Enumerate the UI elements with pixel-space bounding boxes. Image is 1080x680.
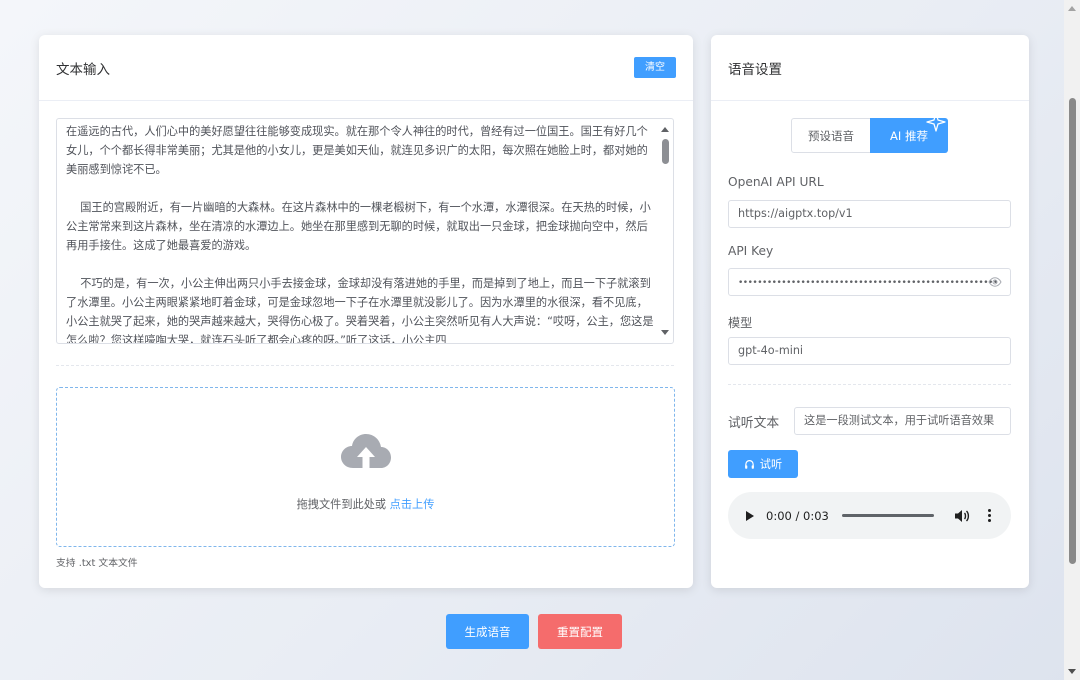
settings-divider bbox=[728, 384, 1011, 385]
text-scroll-up-arrow[interactable] bbox=[661, 127, 669, 132]
more-options-icon[interactable] bbox=[987, 509, 991, 522]
test-text-input[interactable]: 这是一段测试文本，用于试听语音效果 bbox=[794, 407, 1011, 435]
text-area[interactable]: 在遥远的古代，人们心中的美好愿望往往能够变成现实。就在那个令人神往的时代，曾经有… bbox=[56, 118, 674, 344]
eye-icon[interactable] bbox=[988, 277, 1002, 287]
cloud-upload-icon bbox=[341, 434, 391, 468]
api-key-label: API Key bbox=[728, 244, 774, 258]
page-scroll-down-arrow[interactable] bbox=[1068, 669, 1076, 674]
upload-hint-text: 拖拽文件到此处或 bbox=[296, 498, 390, 511]
voice-card-header: 语音设置 bbox=[711, 35, 1029, 101]
text-scrollbar-thumb[interactable] bbox=[662, 139, 669, 164]
model-input[interactable]: gpt-4o-mini bbox=[728, 337, 1011, 365]
model-label: 模型 bbox=[728, 316, 753, 330]
sparkle-icon bbox=[926, 112, 946, 132]
voice-mode-tabs: 预设语音 AI 推荐 bbox=[791, 112, 948, 153]
audio-player: 0:00 / 0:03 bbox=[728, 492, 1011, 539]
upload-hint: 拖拽文件到此处或 点击上传 bbox=[57, 496, 674, 512]
play-icon[interactable] bbox=[746, 510, 754, 521]
headphones-icon bbox=[744, 459, 754, 469]
generate-voice-button[interactable]: 生成语音 bbox=[446, 614, 529, 649]
api-key-input[interactable]: ••••••••••••••••••••••••••••••••••••••••… bbox=[728, 268, 1011, 296]
upload-dropzone[interactable]: 拖拽文件到此处或 点击上传 bbox=[56, 387, 675, 547]
page-scroll-up-arrow[interactable] bbox=[1068, 6, 1076, 11]
tab-preset-voice[interactable]: 预设语音 bbox=[792, 119, 870, 152]
audio-time: 0:00 / 0:03 bbox=[766, 508, 829, 523]
upload-click-link[interactable]: 点击上传 bbox=[390, 498, 435, 511]
listen-button[interactable]: 试听 bbox=[728, 450, 798, 478]
text-area-content[interactable]: 在遥远的古代，人们心中的美好愿望往往能够变成现实。就在那个令人神往的时代，曾经有… bbox=[66, 122, 658, 343]
voice-settings-card: 语音设置 预设语音 AI 推荐 OpenAI API URL https://a… bbox=[711, 35, 1029, 588]
audio-progress-track[interactable] bbox=[841, 514, 934, 517]
api-key-masked-value: ••••••••••••••••••••••••••••••••••••••••… bbox=[738, 278, 998, 288]
text-scroll-down-arrow[interactable] bbox=[661, 330, 669, 335]
clear-button[interactable]: 清空 bbox=[634, 57, 676, 78]
listen-button-label: 试听 bbox=[759, 458, 783, 471]
upload-tip: 支持 .txt 文本文件 bbox=[56, 558, 138, 569]
page-scrollbar-thumb[interactable] bbox=[1069, 98, 1076, 564]
page-scrollbar[interactable] bbox=[1064, 0, 1080, 680]
api-url-input[interactable]: https://aigptx.top/v1 bbox=[728, 200, 1011, 228]
voice-card-title: 语音设置 bbox=[728, 61, 782, 78]
tab-ai-recommend-label: AI 推荐 bbox=[890, 128, 928, 143]
text-input-card: 文本输入 清空 在遥远的古代，人们心中的美好愿望往往能够变成现实。就在那个令人神… bbox=[39, 35, 693, 588]
api-url-label: OpenAI API URL bbox=[728, 175, 824, 189]
tab-ai-recommend[interactable]: AI 推荐 bbox=[870, 112, 948, 153]
reset-config-button[interactable]: 重置配置 bbox=[538, 614, 622, 649]
text-card-title: 文本输入 bbox=[56, 61, 110, 78]
text-card-header: 文本输入 清空 bbox=[39, 35, 693, 101]
section-divider bbox=[56, 365, 674, 366]
volume-icon[interactable] bbox=[954, 509, 970, 523]
test-text-label: 试听文本 bbox=[728, 416, 780, 431]
